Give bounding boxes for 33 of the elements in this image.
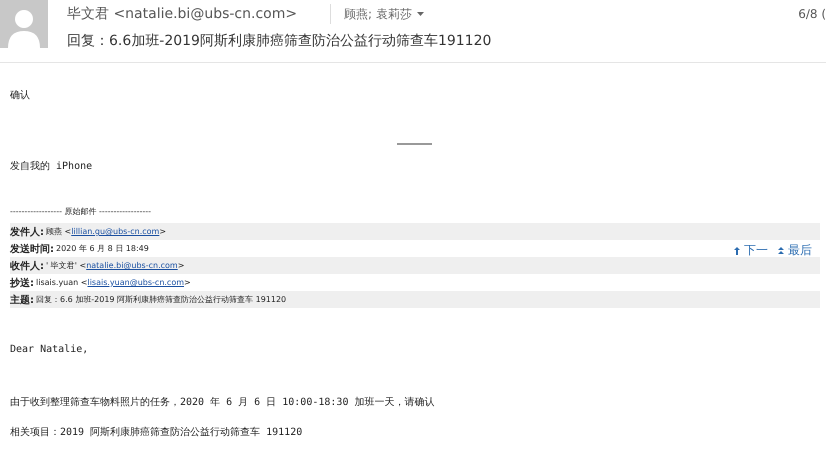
- email-link[interactable]: lisais.yuan@ubs-cn.com: [87, 278, 184, 287]
- bracket-text: >: [159, 227, 166, 236]
- double-up-arrow-icon: [778, 246, 784, 254]
- quote-separator: [397, 143, 432, 145]
- field-label: 发件人:: [10, 226, 44, 238]
- date-text: 6/8 (: [798, 7, 826, 21]
- bracket-text: >: [184, 278, 191, 287]
- field-label: 抄送:: [10, 276, 34, 290]
- field-label: 收件人:: [10, 260, 44, 272]
- signature-text: 发自我的 iPhone: [10, 160, 94, 173]
- nav-link[interactable]: 下一: [744, 242, 768, 259]
- field-label: 主题:: [10, 293, 34, 306]
- original-mail-divider: ------------------ 原始邮件 ------------------: [10, 206, 152, 217]
- field-value: lisais.yuan <: [36, 278, 88, 287]
- avatar-icon: [0, 0, 48, 48]
- caret-icon: [416, 12, 424, 16]
- sender-name[interactable]: 毕文君 <natalie.bi@ubs-cn.com>: [67, 5, 330, 23]
- up-arrow-icon: [734, 246, 740, 254]
- email-link[interactable]: natalie.bi@ubs-cn.com: [86, 261, 178, 270]
- field-value: 2020 年 6 月 8 日 18:49: [56, 243, 149, 254]
- body-text: 由于收到整理筛查车物料照片的任务，2020 年 6 月 6 日 10:00-18:30 加班一天，请确认: [10, 396, 436, 409]
- email-subject: 回复：6.6加班-2019阿斯利康肺癌筛查防治公益行动筛查车191120: [67, 32, 492, 50]
- recipients-dropdown[interactable]: 顾燕; 袁莉莎: [344, 6, 424, 22]
- field-value: ' 毕文君' <: [46, 260, 86, 271]
- field-label: 发送时间:: [10, 242, 54, 256]
- field-value: 回复：6.6 加班-2019 阿斯利康肺癌筛查防治公益行动筛查车 191120: [36, 294, 286, 305]
- bracket-text: >: [178, 261, 184, 270]
- field-value: 顾燕 <: [46, 226, 72, 237]
- body-text: 确认: [10, 89, 31, 102]
- body-text: Dear Natalie,: [10, 344, 90, 355]
- email-link[interactable]: lillian.gu@ubs-cn.com: [71, 227, 160, 236]
- nav-link[interactable]: 最后: [788, 242, 812, 259]
- body-text: 相关项目：2019 阿斯利康肺癌筛查防治公益行动筛查车 191120: [10, 426, 304, 439]
